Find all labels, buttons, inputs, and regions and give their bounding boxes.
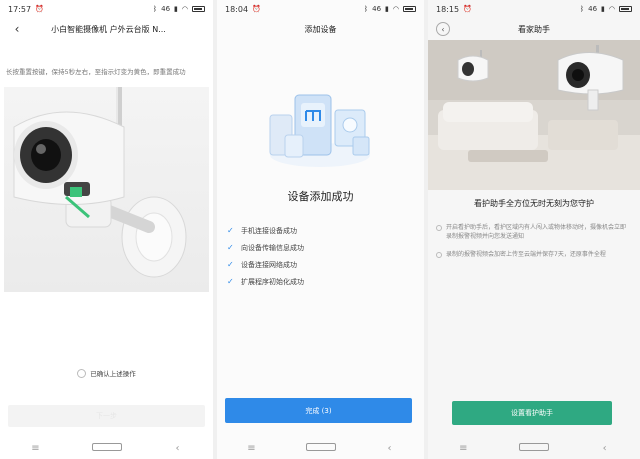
alarm-clock-icon: ⏰	[35, 4, 44, 13]
battery-icon	[403, 6, 416, 12]
status-time: 18:04	[225, 4, 249, 14]
done-button[interactable]: 完成 (3)	[225, 398, 412, 423]
system-nav-bar: ≡ ‹	[428, 437, 640, 459]
check-icon: ✓	[227, 243, 234, 252]
step-label: 向设备传输信息成功	[241, 243, 304, 252]
status-bar: 17:57 ⏰ ᛒ 46 ▮ ◠	[0, 0, 213, 18]
reset-instruction-text: 长按重置按键，保持5秒左右，至指示灯变为黄色，即重置成功	[6, 68, 186, 76]
page-title: 添加设备	[304, 24, 337, 34]
screens-container: 17:57 ⏰ ᛒ 46 ▮ ◠ ‹ 小白智能摄像机 户外云台版 N... 长按…	[0, 0, 640, 459]
setup-guard-button[interactable]: 设置看护助手	[452, 401, 612, 425]
bullet-text: 录制的报警视频会加密上传至云端并保存7天，还原事件全程	[446, 251, 606, 259]
home-square-icon[interactable]	[91, 442, 122, 454]
nav-bar: ‹ 看家助手	[428, 18, 640, 40]
step-label: 扩展程序初始化成功	[241, 277, 304, 286]
confirm-row[interactable]: 已确认上述操作	[0, 368, 213, 378]
chevron-left-icon: ‹	[441, 24, 445, 34]
status-time: 18:15	[436, 4, 460, 14]
check-icon: ✓	[227, 277, 234, 286]
back-triangle-icon[interactable]: ‹	[590, 443, 620, 454]
page-title: 看家助手	[518, 24, 550, 34]
bullet-icon	[436, 252, 442, 259]
wifi-icon: ◠	[608, 4, 615, 13]
step-label: 设备连接网络成功	[241, 260, 297, 269]
bluetooth-icon: ᛒ	[579, 4, 585, 13]
signal-label: 46	[161, 4, 171, 13]
confirm-radio[interactable]	[77, 368, 87, 378]
nav-bar: 添加设备	[217, 18, 424, 40]
wifi-icon: ◠	[392, 4, 399, 13]
status-bar: 18:15 ⏰ ᛒ 46 ▮ ◠	[428, 0, 640, 18]
list-item: ✓ 扩展程序初始化成功	[227, 273, 304, 290]
camera-photo	[4, 87, 209, 292]
hero-image	[428, 40, 640, 190]
step-label: 手机连接设备成功	[241, 226, 297, 235]
list-item: ✓ 设备连接网络成功	[227, 256, 304, 273]
screen-home-guard: 18:15 ⏰ ᛒ 46 ▮ ◠ ‹ 看家助手 看护助手全方位无时无刻为您守护 …	[428, 0, 640, 459]
menu-icon[interactable]: ≡	[21, 443, 51, 454]
success-title: 设备添加成功	[287, 190, 354, 203]
bullet-icon	[436, 225, 442, 231]
hero-title: 看护助手全方位无时无刻为您守护	[474, 199, 594, 208]
list-item: ✓ 向设备传输信息成功	[227, 239, 304, 256]
menu-icon[interactable]: ≡	[237, 443, 267, 454]
list-item: ✓ 手机连接设备成功	[227, 222, 304, 239]
check-icon: ✓	[227, 226, 234, 235]
outdoor-camera-image	[13, 87, 187, 278]
screen-add-device-success: 18:04 ⏰ ᛒ 46 ▮ ◠ 添加设备 设备添加成功 ✓ 手机连接设备成功 …	[217, 0, 424, 459]
signal-bars-icon: ▮	[385, 4, 389, 13]
status-bar: 18:04 ⏰ ᛒ 46 ▮ ◠	[217, 0, 424, 18]
bluetooth-icon: ᛒ	[152, 4, 158, 13]
signal-label: 46	[372, 4, 382, 13]
signal-label: 46	[588, 4, 598, 13]
alarm-clock-icon: ⏰	[463, 4, 472, 13]
devices-illustration	[269, 94, 370, 167]
back-triangle-icon[interactable]: ‹	[375, 443, 405, 454]
confirm-label: 已确认上述操作	[90, 370, 136, 378]
system-nav-bar: ≡ ‹	[0, 437, 213, 459]
check-icon: ✓	[227, 260, 234, 269]
signal-bars-icon: ▮	[174, 4, 178, 13]
page-title: 小白智能摄像机 户外云台版 N...	[51, 24, 166, 34]
battery-icon	[192, 6, 205, 12]
home-square-icon[interactable]	[518, 442, 549, 454]
list-item: 录制的报警视频会加密上传至云端并保存7天，还原事件全程	[436, 251, 630, 260]
bullet-text: 开启看护助手后，看护区域内有人闯入或物体移动时，摄像机会立即录制报警视频并向您发…	[446, 224, 627, 240]
system-nav-bar: ≡ ‹	[217, 437, 424, 459]
signal-bars-icon: ▮	[601, 4, 605, 13]
nav-bar: ‹ 小白智能摄像机 户外云台版 N...	[0, 18, 213, 40]
chevron-left-icon: ‹	[14, 22, 20, 36]
list-item: 开启看护助手后，看护区域内有人闯入或物体移动时，摄像机会立即录制报警视频并向您发…	[436, 224, 630, 241]
steps-list: ✓ 手机连接设备成功 ✓ 向设备传输信息成功 ✓ 设备连接网络成功 ✓ 扩展程序…	[227, 222, 304, 290]
living-room-camera-image	[428, 40, 640, 190]
wifi-icon: ◠	[181, 4, 188, 13]
menu-icon[interactable]: ≡	[448, 443, 478, 454]
next-button[interactable]: 下一步	[8, 405, 205, 427]
screen-reset-instructions: 17:57 ⏰ ᛒ 46 ▮ ◠ ‹ 小白智能摄像机 户外云台版 N... 长按…	[0, 0, 213, 459]
back-triangle-icon[interactable]: ‹	[163, 443, 193, 454]
alarm-clock-icon: ⏰	[252, 4, 261, 13]
status-time: 17:57	[8, 4, 32, 14]
battery-icon	[619, 6, 632, 12]
feature-bullets: 开启看护助手后，看护区域内有人闯入或物体移动时，摄像机会立即录制报警视频并向您发…	[436, 224, 630, 270]
home-square-icon[interactable]	[305, 442, 336, 454]
bluetooth-icon: ᛒ	[363, 4, 369, 13]
back-button[interactable]: ‹	[10, 22, 24, 36]
back-button[interactable]: ‹	[436, 22, 450, 36]
